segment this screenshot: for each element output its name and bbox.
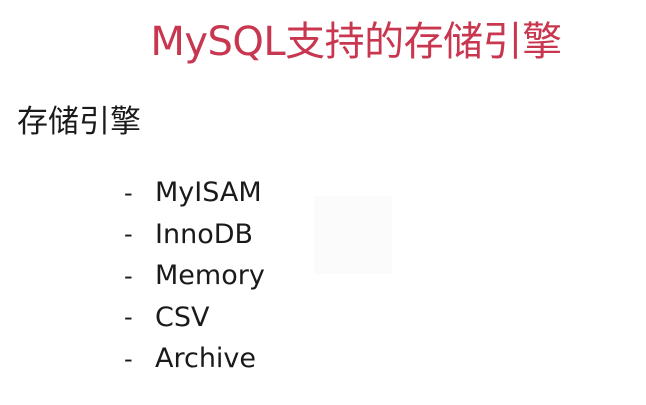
background-smudge (314, 196, 392, 274)
engine-name: InnoDB (155, 218, 254, 250)
engine-name: Archive (155, 343, 257, 375)
engine-name: CSV (155, 301, 210, 333)
engine-list: - MyISAM - InnoDB - Memory - CSV - Archi… (124, 172, 265, 380)
list-item: - InnoDB (124, 214, 265, 256)
list-item: - MyISAM (124, 172, 265, 214)
bullet-dash: - (124, 344, 133, 373)
bullet-dash: - (124, 303, 133, 332)
engine-name: MyISAM (155, 177, 262, 209)
engine-name: Memory (155, 260, 265, 292)
slide-title: MySQL支持的存储引擎 (150, 19, 562, 65)
slide: MySQL支持的存储引擎 存储引擎 - MyISAM - InnoDB - Me… (0, 0, 646, 405)
bullet-dash: - (124, 178, 133, 207)
section-heading: 存储引擎 (17, 104, 141, 140)
bullet-dash: - (124, 261, 133, 290)
list-item: - CSV (124, 297, 265, 339)
list-item: - Archive (124, 338, 265, 380)
list-item: - Memory (124, 255, 265, 297)
bullet-dash: - (124, 220, 133, 249)
